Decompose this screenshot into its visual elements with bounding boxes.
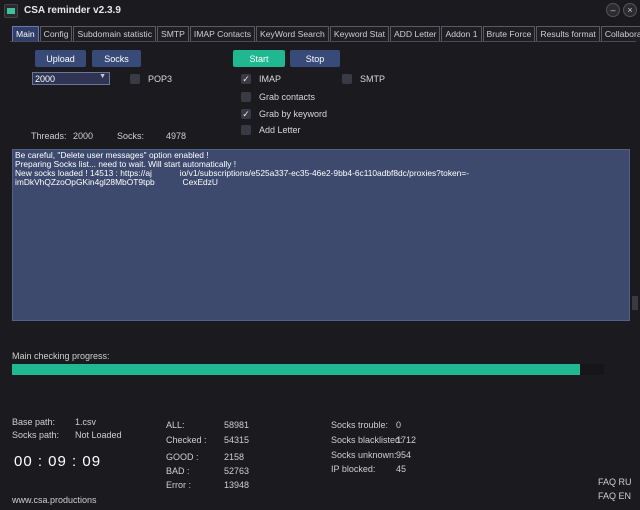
- tab-keyword-search[interactable]: KeyWord Search: [256, 26, 329, 41]
- stop-button[interactable]: Stop: [290, 50, 340, 67]
- tab-add-letter[interactable]: ADD Letter: [389, 26, 441, 41]
- tab-smtp[interactable]: SMTP: [157, 26, 189, 41]
- socks-unknown-value: 954: [396, 450, 412, 460]
- socks-blacklisted-value: 1712: [396, 435, 417, 445]
- site-link[interactable]: www.csa.productions: [12, 495, 97, 505]
- elapsed-timer: 00 : 09 : 09: [14, 453, 102, 470]
- bad-label: BAD :: [166, 466, 190, 476]
- grab-contacts-label: Grab contacts: [259, 92, 316, 102]
- grab-by-keyword-box[interactable]: ✓: [241, 109, 251, 119]
- progress-bar: [12, 364, 604, 375]
- check-icon: ✓: [242, 108, 250, 119]
- tab-main[interactable]: Main: [12, 26, 39, 41]
- socks-blacklisted-label: Socks blacklisted:: [331, 435, 403, 445]
- app-icon: [4, 4, 18, 18]
- error-label: Error :: [166, 480, 192, 490]
- threads-value: 2000: [73, 131, 94, 141]
- smtp-checkbox[interactable]: SMTP: [342, 74, 385, 84]
- add-letter-checkbox[interactable]: Add Letter: [241, 125, 301, 135]
- tab-bar: Main Config Subdomain statistic SMTP IMA…: [12, 26, 640, 42]
- socks-count-value: 4978: [166, 131, 187, 141]
- base-path-value: 1.csv: [75, 417, 97, 427]
- threads-select[interactable]: 2000 ▼: [32, 72, 110, 85]
- check-icon: ✓: [242, 73, 250, 84]
- imap-label: IMAP: [259, 74, 282, 84]
- scrollbar-thumb[interactable]: [632, 296, 638, 310]
- grab-by-keyword-checkbox[interactable]: ✓ Grab by keyword: [241, 109, 327, 119]
- add-letter-label: Add Letter: [259, 125, 301, 135]
- chevron-down-icon: ▼: [99, 73, 106, 80]
- add-letter-box[interactable]: [241, 125, 251, 135]
- grab-contacts-checkbox[interactable]: Grab contacts: [241, 92, 315, 102]
- grab-contacts-box[interactable]: [241, 92, 251, 102]
- progress-label: Main checking progress:: [12, 351, 110, 361]
- checked-label: Checked :: [166, 435, 207, 445]
- imap-checkbox[interactable]: ✓ IMAP: [241, 74, 281, 84]
- pop3-checkbox[interactable]: POP3: [130, 74, 172, 84]
- tab-imap-contacts[interactable]: IMAP Contacts: [189, 26, 256, 41]
- smtp-box[interactable]: [342, 74, 352, 84]
- minimize-button[interactable]: –: [606, 3, 620, 17]
- threads-label: Threads:: [31, 131, 67, 141]
- base-path-label: Base path:: [12, 417, 56, 427]
- error-value: 13948: [224, 480, 250, 490]
- log-line: imDkVhQZzoOpGKin4gl28MbOT9tpb CexEdzU: [15, 177, 218, 187]
- log-output[interactable]: Be careful, "Delete user messages" optio…: [12, 149, 630, 321]
- title-bar: CSA reminder v2.3.9 – ×: [0, 0, 640, 22]
- checked-value: 54315: [224, 435, 250, 445]
- all-value: 58981: [224, 420, 250, 430]
- socks-trouble-value: 0: [396, 420, 402, 430]
- progress-fill: [12, 364, 581, 375]
- ip-blocked-label: IP blocked:: [331, 464, 376, 474]
- socks-button[interactable]: Socks: [92, 50, 141, 67]
- tab-divider: [10, 41, 636, 42]
- grab-by-keyword-label: Grab by keyword: [259, 109, 328, 119]
- tab-keyword-stat[interactable]: Keyword Stat: [329, 26, 389, 41]
- ip-blocked-value: 45: [396, 464, 407, 474]
- upload-button[interactable]: Upload: [35, 50, 86, 67]
- faq-ru-link[interactable]: FAQ RU: [598, 477, 632, 487]
- start-button[interactable]: Start: [233, 50, 285, 67]
- faq-en-link[interactable]: FAQ EN: [598, 491, 631, 501]
- pop3-label: POP3: [148, 74, 173, 84]
- socks-unknown-label: Socks unknown:: [331, 450, 397, 460]
- good-value: 2158: [224, 452, 245, 462]
- socks-path-label: Socks path:: [12, 430, 60, 440]
- tab-addon-1[interactable]: Addon 1: [441, 26, 482, 41]
- tab-config[interactable]: Config: [39, 26, 73, 41]
- socks-trouble-label: Socks trouble:: [331, 420, 389, 430]
- good-label: GOOD :: [166, 452, 199, 462]
- tab-results-format[interactable]: Results format: [536, 26, 600, 41]
- pop3-box[interactable]: [130, 74, 140, 84]
- socks-count-label: Socks:: [117, 131, 145, 141]
- smtp-label: SMTP: [360, 74, 386, 84]
- close-button[interactable]: ×: [623, 3, 637, 17]
- threads-select-value: 2000: [35, 73, 56, 84]
- tab-brute-force[interactable]: Brute Force: [482, 26, 536, 41]
- tab-subdomain-statistic[interactable]: Subdomain statistic: [73, 26, 156, 41]
- window-title: CSA reminder v2.3.9: [24, 5, 121, 16]
- socks-path-value: Not Loaded: [75, 430, 122, 440]
- all-label: ALL:: [166, 420, 185, 430]
- tab-collaboration[interactable]: Collaboration: [600, 26, 640, 41]
- bad-value: 52763: [224, 466, 250, 476]
- imap-box[interactable]: ✓: [241, 74, 251, 84]
- close-icon: ×: [627, 5, 633, 15]
